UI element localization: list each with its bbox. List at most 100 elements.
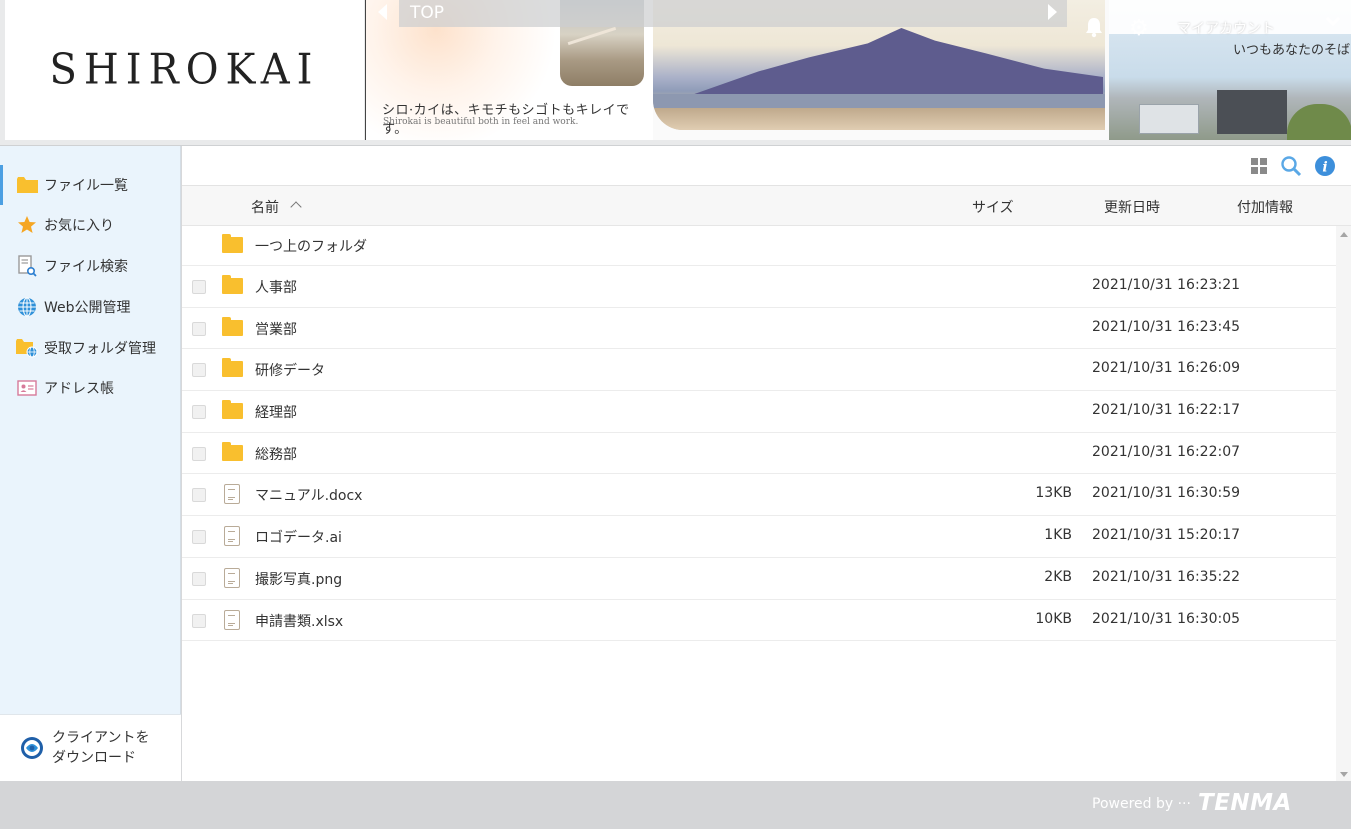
- toolbar: i: [182, 146, 1351, 186]
- file-search-icon: [16, 255, 38, 277]
- list-header: 名前 サイズ 更新日時 付加情報: [182, 186, 1351, 226]
- file-name[interactable]: 営業部: [255, 319, 297, 339]
- parent-folder-row[interactable]: 一つ上のフォルダ: [182, 226, 1336, 266]
- row-checkbox[interactable]: [192, 488, 206, 503]
- file-date: 2021/10/31 16:22:07: [1092, 443, 1241, 460]
- grid-view-icon[interactable]: [1248, 155, 1270, 177]
- folder-icon: [222, 316, 244, 338]
- row-checkbox[interactable]: [192, 363, 206, 378]
- banner-trees: [1287, 104, 1351, 140]
- column-date-header[interactable]: 更新日時: [1104, 197, 1160, 217]
- folder-icon: [16, 174, 38, 196]
- file-name[interactable]: 総務部: [255, 444, 297, 464]
- table-row[interactable]: ロゴデータ.ai 1KB 2021/10/31 15:20:17: [182, 516, 1336, 558]
- row-checkbox[interactable]: [192, 613, 206, 628]
- row-checkbox[interactable]: [192, 571, 206, 586]
- parent-folder-label[interactable]: 一つ上のフォルダ: [255, 236, 367, 256]
- download-client-line2: ダウンロード: [52, 750, 136, 766]
- scroll-up-icon[interactable]: [1340, 232, 1348, 237]
- file-date: 2021/10/31 16:23:45: [1092, 318, 1241, 335]
- row-checkbox[interactable]: [192, 280, 206, 294]
- table-row[interactable]: 研修データ 2021/10/31 16:26:09: [182, 349, 1336, 392]
- sidebar-item-label: Web公開管理: [44, 300, 131, 316]
- scroll-down-icon[interactable]: [1340, 772, 1348, 777]
- file-name[interactable]: 人事部: [255, 277, 297, 297]
- chevron-right-icon[interactable]: [1048, 4, 1057, 20]
- svg-text:i: i: [1322, 160, 1327, 176]
- file-name[interactable]: 申請書類.xlsx: [255, 611, 343, 631]
- sidebar-item-web-publish[interactable]: Web公開管理: [0, 287, 181, 327]
- file-name[interactable]: 経理部: [255, 402, 297, 422]
- folder-icon: [222, 441, 244, 463]
- chevron-down-icon[interactable]: [1325, 11, 1341, 27]
- brand-logo: TENMA: [1198, 790, 1292, 816]
- file-date: 2021/10/31 16:35:22: [1092, 568, 1241, 585]
- client-download-icon: [21, 737, 43, 759]
- folder-icon: [222, 275, 244, 296]
- chevron-left-icon[interactable]: [378, 4, 387, 20]
- column-size-header[interactable]: サイズ: [972, 197, 1014, 217]
- table-row[interactable]: マニュアル.docx 13KB 2021/10/31 16:30:59: [182, 474, 1336, 517]
- top-nav-bar[interactable]: TOP: [399, 0, 1067, 27]
- sidebar: ファイル一覧 お気に入り ファイル検索 Web公開管理 受取フォルダ管理 アドレ…: [0, 146, 181, 781]
- sidebar-item-label: ファイル検索: [44, 259, 128, 275]
- sidebar-item-address-book[interactable]: アドレス帳: [0, 368, 181, 408]
- file-name[interactable]: ロゴデータ.ai: [255, 527, 342, 547]
- info-icon[interactable]: i: [1314, 155, 1336, 177]
- column-name-header[interactable]: 名前: [251, 197, 279, 217]
- document-icon: [222, 526, 244, 547]
- banner-tagline: いつもあなたのそば: [1232, 43, 1350, 58]
- address-card-icon: [16, 377, 38, 399]
- file-name[interactable]: 撮影写真.png: [255, 569, 342, 589]
- account-label[interactable]: マイアカウント: [1177, 18, 1275, 38]
- row-checkbox[interactable]: [192, 530, 206, 545]
- logo-text: SHIROKAI: [49, 45, 320, 95]
- table-row[interactable]: 経理部 2021/10/31 16:22:17: [182, 391, 1336, 433]
- row-checkbox[interactable]: [192, 321, 206, 336]
- download-client-line1: クライアントを: [52, 730, 150, 746]
- table-row[interactable]: 人事部 2021/10/31 16:23:21: [182, 266, 1336, 308]
- gear-icon[interactable]: ⚙: [1129, 18, 1151, 40]
- file-date: 2021/10/31 16:23:21: [1092, 277, 1241, 293]
- banner-sea: [653, 94, 1105, 108]
- document-icon: [222, 609, 244, 630]
- file-name[interactable]: 研修データ: [255, 360, 325, 380]
- banner-catchphrase-en: Shirokai is beautiful both in feel and w…: [383, 117, 579, 127]
- sidebar-item-receive-folder[interactable]: 受取フォルダ管理: [0, 328, 181, 368]
- folder-icon: [222, 400, 244, 421]
- row-checkbox[interactable]: [192, 446, 206, 461]
- table-row[interactable]: 営業部 2021/10/31 16:23:45: [182, 308, 1336, 350]
- table-row[interactable]: 総務部 2021/10/31 16:22:07: [182, 433, 1336, 475]
- file-date: 2021/10/31 16:30:05: [1092, 610, 1241, 627]
- top-nav-label[interactable]: TOP: [410, 3, 444, 23]
- column-info-header[interactable]: 付加情報: [1237, 197, 1293, 217]
- sidebar-item-label: お気に入り: [44, 218, 114, 234]
- download-client-label: クライアントを ダウンロード: [52, 728, 149, 768]
- footer: Powered by ··· TENMA: [0, 781, 1351, 829]
- file-list-panel: i 名前 サイズ 更新日時 付加情報 一つ上のフォルダ 人事部 2021/10/…: [182, 146, 1351, 781]
- download-client-button[interactable]: クライアントを ダウンロード: [0, 714, 181, 781]
- file-size: 13KB: [1035, 485, 1072, 502]
- document-icon: [222, 567, 244, 588]
- folder-icon: [222, 234, 244, 255]
- account-menu[interactable]: ⚙ マイアカウント: [1109, 0, 1351, 40]
- star-icon: [16, 214, 38, 236]
- row-checkbox[interactable]: [192, 405, 206, 420]
- sidebar-item-file-search[interactable]: ファイル検索: [0, 246, 181, 286]
- table-row[interactable]: 申請書類.xlsx 10KB 2021/10/31 16:30:05: [182, 600, 1336, 642]
- table-row[interactable]: 撮影写真.png 2KB 2021/10/31 16:35:22: [182, 558, 1336, 600]
- bell-icon[interactable]: [1084, 16, 1104, 38]
- sidebar-item-file-list[interactable]: ファイル一覧: [0, 165, 181, 205]
- sidebar-item-favorites[interactable]: お気に入り: [0, 205, 181, 245]
- file-list: 一つ上のフォルダ 人事部 2021/10/31 16:23:21 営業部 202…: [182, 226, 1336, 642]
- file-size: 2KB: [1044, 568, 1072, 585]
- file-date: 2021/10/31 16:30:59: [1092, 485, 1241, 502]
- document-icon: [222, 484, 244, 505]
- vertical-scrollbar[interactable]: [1336, 226, 1351, 781]
- sidebar-item-label: アドレス帳: [44, 381, 114, 397]
- sidebar-item-label: 受取フォルダ管理: [44, 341, 156, 357]
- logo[interactable]: SHIROKAI: [5, 0, 364, 140]
- file-name[interactable]: マニュアル.docx: [255, 485, 362, 505]
- sort-ascending-icon[interactable]: [290, 201, 302, 213]
- search-icon[interactable]: [1280, 155, 1302, 177]
